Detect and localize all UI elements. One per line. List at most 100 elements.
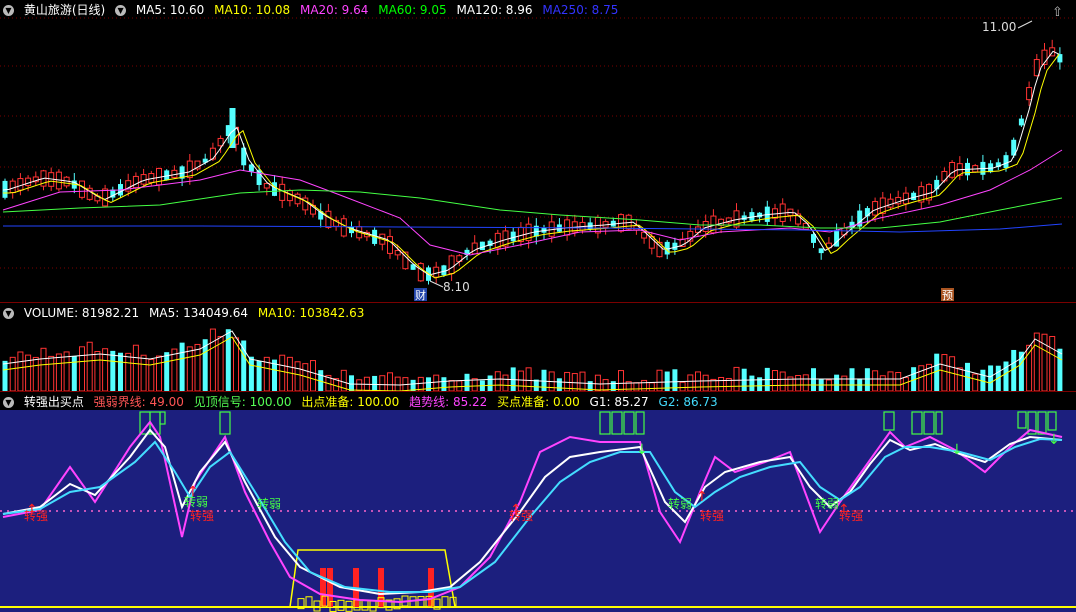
candle-up <box>132 175 139 189</box>
candle-up <box>209 147 216 160</box>
volume-bar-up <box>648 382 655 392</box>
volume-bar-up <box>772 370 778 392</box>
ma120-label: MA120: 8.96 <box>456 3 533 17</box>
volume-bar-up <box>356 379 363 392</box>
strong-signal-label: 转强 <box>839 508 863 523</box>
ma10-label: MA10: 10.08 <box>214 3 291 17</box>
candle-up <box>494 232 501 249</box>
volume-bar-up <box>633 382 640 392</box>
price-panel[interactable]: ▼ 黄山旅游(日线) ▼ MA5: 10.60 MA10: 10.08 MA20… <box>0 0 1076 301</box>
volume-bar-down <box>541 369 547 391</box>
volume-bar-up <box>48 355 55 392</box>
candle-down <box>911 192 917 200</box>
volume-bar-down <box>241 340 247 391</box>
param-top-signal: 见顶信号: 100.00 <box>193 395 292 409</box>
price-legend: ▼ 黄山旅游(日线) ▼ MA5: 10.60 MA10: 10.08 MA20… <box>3 2 624 18</box>
volume-bar-down <box>1057 348 1063 391</box>
candle-up <box>941 170 948 182</box>
volume-bar-up <box>895 371 902 392</box>
volume-bar-down <box>849 368 855 391</box>
collapse-icon[interactable]: ▼ <box>3 5 14 16</box>
volume-bar-up <box>387 372 393 392</box>
indicator-legend: ▼ 转强出买点 强弱界线: 49.00 见顶信号: 100.00 出点准备: 1… <box>3 394 724 410</box>
param-g1: G1: 85.27 <box>589 395 649 409</box>
candle-up <box>949 161 956 178</box>
volume-label: VOLUME: 81982.21 <box>23 306 140 320</box>
param-trend-line: 趋势线: 85.22 <box>409 395 488 409</box>
candle-down <box>934 179 940 190</box>
indicator-chart[interactable]: ↑↑↑↑↑↓ ↓↓ 转强 转弱 转强 转弱 转强 转弱 转强 转弱 转强 <box>0 392 1076 612</box>
volume-bar-up <box>702 374 709 392</box>
down-arrow-icon: ↓ <box>636 442 648 458</box>
candle-up <box>325 210 332 228</box>
down-arrow-icon: ↓ <box>951 442 963 458</box>
param-buy-prep: 买点准备: 0.00 <box>497 395 580 409</box>
ma250-label: MA250: 8.75 <box>542 3 619 17</box>
down-arrow-icon: ↓ <box>1048 432 1060 448</box>
volume-bar-up <box>40 347 47 392</box>
candle-up <box>394 250 401 256</box>
candle-down <box>818 248 824 254</box>
volume-bar-up <box>956 367 963 392</box>
candlestick-chart[interactable]: 11.00 8.10 财 预 ⇧ <box>0 0 1076 301</box>
candle-down <box>441 265 447 276</box>
collapse-icon[interactable]: ▼ <box>3 397 14 408</box>
ma5-line <box>2 50 1060 276</box>
weak-signal-label: 转弱 <box>668 496 692 511</box>
volume-bar-up <box>1049 335 1056 392</box>
candle-down <box>510 231 516 242</box>
strong-signal-label: 转强 <box>24 508 48 523</box>
volume-bar-up <box>310 360 316 392</box>
settings-icon[interactable]: ▼ <box>115 5 127 16</box>
volume-ma5-label: MA5: 134049.64 <box>149 306 248 320</box>
candle-up <box>448 255 455 275</box>
volume-bar-up <box>63 351 70 392</box>
volume-bar-up <box>279 354 286 392</box>
volume-bar-up <box>733 366 740 392</box>
forecast-tag-label: 预 <box>942 289 953 301</box>
volume-bar-up <box>972 373 979 392</box>
volume-bar-up <box>779 371 786 392</box>
candle-up <box>887 198 894 208</box>
volume-bar-down <box>256 360 262 391</box>
param-sell-prep: 出点准备: 100.00 <box>301 395 400 409</box>
volume-bar-down <box>372 375 378 391</box>
volume-panel[interactable]: ▼ VOLUME: 81982.21 MA5: 134049.64 MA10: … <box>0 302 1076 392</box>
indicator-title: 转强出买点 <box>23 395 84 409</box>
ma60-label: MA60: 9.05 <box>378 3 447 17</box>
volume-bar-down <box>487 375 493 391</box>
ma10-line <box>3 54 1060 279</box>
volume-bar-up <box>618 370 624 392</box>
volume-bar-up <box>194 343 201 392</box>
volume-bar-down <box>248 356 254 391</box>
volume-bar-up <box>156 355 162 392</box>
candle-down <box>272 182 277 196</box>
volume-bar-up <box>872 370 879 392</box>
volume-bar-down <box>1011 349 1017 391</box>
candle-up <box>433 266 440 278</box>
volume-bar-up <box>594 374 601 392</box>
volume-bar-up <box>1033 332 1040 392</box>
volume-legend: ▼ VOLUME: 81982.21 MA5: 134049.64 MA10: … <box>3 305 370 321</box>
volume-bar-up <box>79 346 85 392</box>
indicator-panel[interactable]: ▼ 转强出买点 强弱界线: 49.00 见顶信号: 100.00 出点准备: 1… <box>0 391 1076 612</box>
weak-signal-label: 转弱 <box>184 494 208 509</box>
up-arrow-icon[interactable]: ⇧ <box>1052 5 1063 20</box>
volume-bar-up <box>941 354 948 392</box>
volume-bar-down <box>749 375 755 391</box>
strong-signal-label: 转强 <box>700 508 724 523</box>
volume-bar-up <box>209 328 216 392</box>
volume-bar-up <box>132 344 139 392</box>
candle-down <box>479 241 485 251</box>
stock-title: 黄山旅游(日线) <box>23 3 106 17</box>
candle-up <box>702 221 709 232</box>
candle-up <box>1033 59 1040 77</box>
ma5-label: MA5: 10.60 <box>135 3 205 17</box>
volume-bar-down <box>834 374 840 391</box>
volume-bar-up <box>525 367 532 392</box>
collapse-icon[interactable]: ▼ <box>3 308 14 319</box>
candle-up <box>140 174 147 185</box>
candle-up <box>102 188 109 207</box>
volume-bar-up <box>718 376 725 392</box>
candle-down <box>1003 155 1009 169</box>
